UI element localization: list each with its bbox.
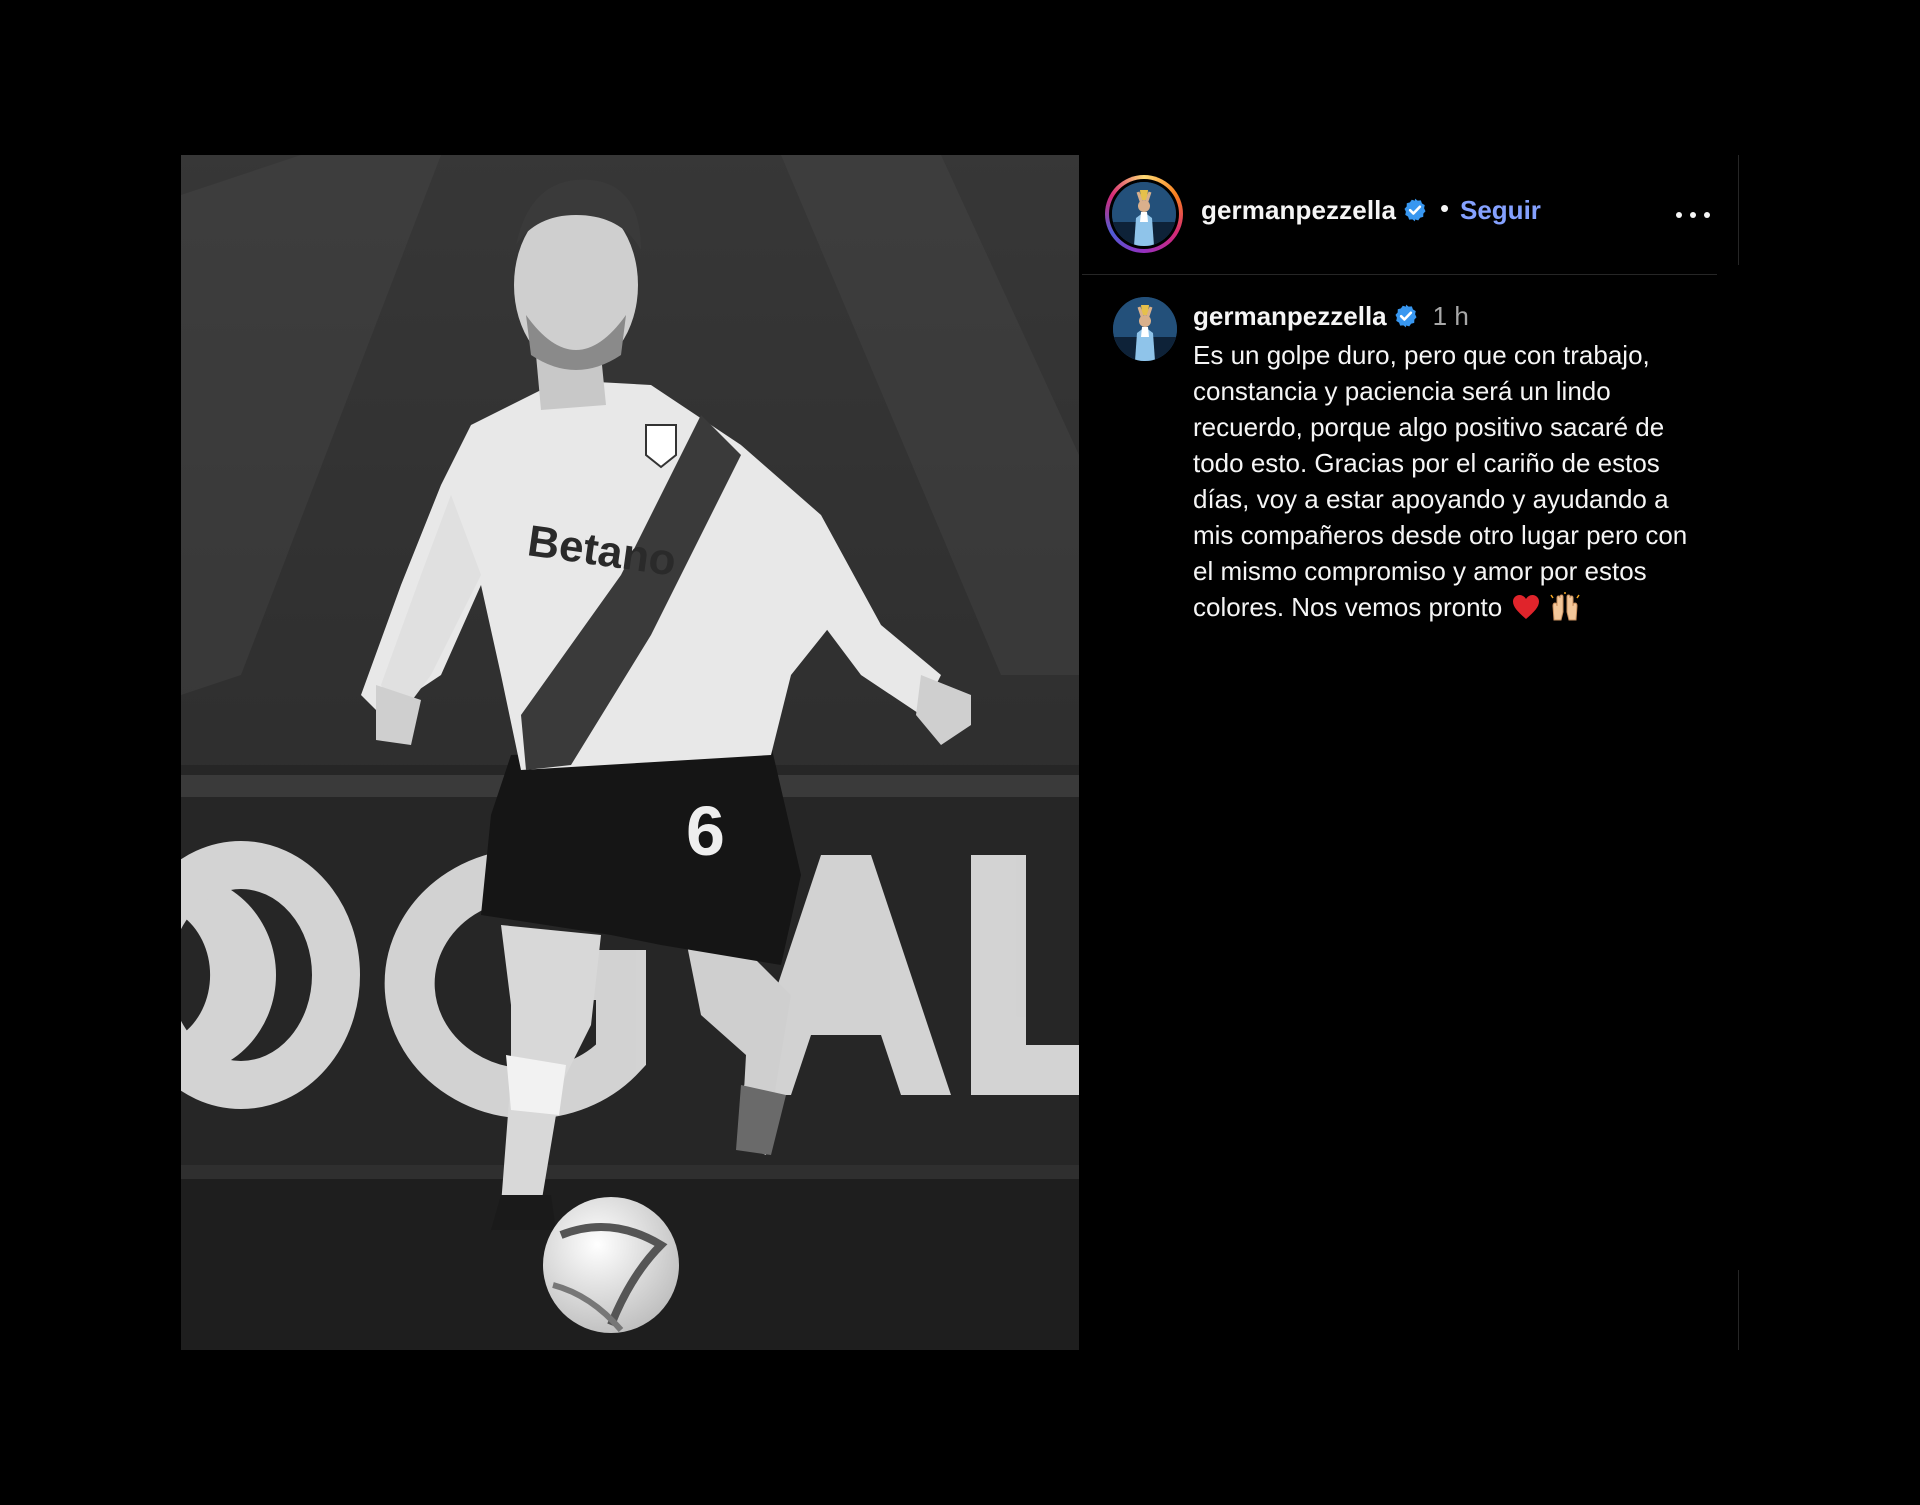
post-viewer: 6 Betano germanpezzella • Seguir germanp…: [0, 0, 1920, 1505]
panel-border: [1738, 1270, 1739, 1350]
caption-body: Es un golpe duro, pero que con trabajo, …: [1193, 340, 1688, 622]
more-options-icon[interactable]: [1674, 210, 1714, 220]
follow-button[interactable]: Seguir: [1460, 195, 1541, 226]
caption-header: germanpezzella 1 h: [1193, 301, 1469, 332]
panel-border: [1738, 155, 1739, 265]
football-player-photo: 6 Betano: [181, 155, 1079, 1350]
caption-username[interactable]: germanpezzella: [1193, 301, 1387, 331]
caption-text: Es un golpe duro, pero que con trabajo, …: [1193, 337, 1713, 625]
post-photo[interactable]: 6 Betano: [181, 155, 1079, 1350]
header-username[interactable]: germanpezzella: [1201, 195, 1428, 226]
raising-hands-icon: [1550, 592, 1580, 621]
avatar: [1112, 182, 1176, 246]
verified-badge-icon: [1404, 198, 1426, 222]
story-avatar-ring[interactable]: [1105, 175, 1183, 253]
header-separator: •: [1440, 193, 1450, 223]
caption-avatar[interactable]: [1113, 297, 1177, 361]
post-header: germanpezzella • Seguir: [1082, 155, 1717, 275]
post-timestamp[interactable]: 1 h: [1433, 301, 1469, 331]
verified-badge-icon: [1395, 304, 1417, 328]
post-side-panel: germanpezzella • Seguir germanpezzella 1…: [1082, 155, 1739, 1350]
profile-picture: [1113, 297, 1177, 361]
profile-picture: [1112, 182, 1176, 246]
red-heart-icon: [1513, 595, 1540, 619]
svg-text:6: 6: [686, 792, 725, 870]
